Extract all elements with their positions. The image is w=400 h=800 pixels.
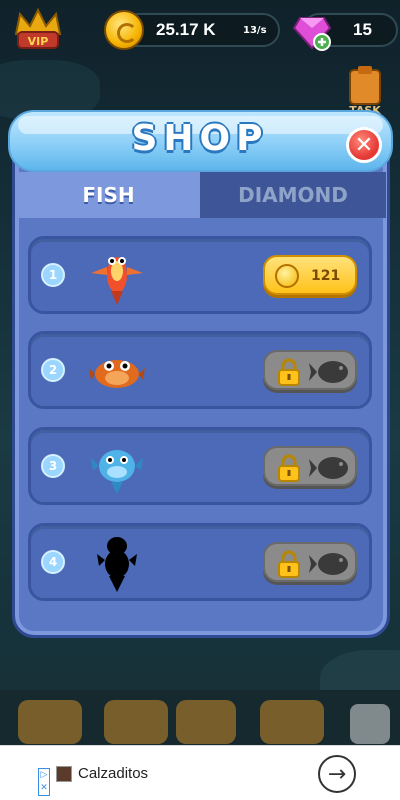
ad-title[interactable]: Calzaditos <box>78 765 148 782</box>
shop-item-4: 4 <box>28 523 372 601</box>
toolbar-button[interactable] <box>104 700 168 744</box>
shop-item-1: 1 121 <box>28 236 372 314</box>
toolbar-button[interactable] <box>18 700 82 744</box>
orange-fish-icon <box>89 360 145 388</box>
item-index: 2 <box>41 358 65 382</box>
shop-item-2: 2 <box>28 331 372 409</box>
price-label: 121 <box>311 268 341 284</box>
toolbar-button[interactable] <box>260 700 324 744</box>
lock-icon <box>278 358 300 386</box>
gem-amount: 15 <box>353 20 372 39</box>
fish-silhouette-icon <box>309 457 348 479</box>
vip-crown-icon[interactable]: VIP <box>10 4 66 54</box>
toolbar-button[interactable] <box>176 700 236 744</box>
close-icon: ✕ <box>354 132 374 158</box>
close-button[interactable]: ✕ <box>346 127 382 163</box>
tab-diamond[interactable]: DIAMOND <box>200 172 386 218</box>
shop-item-3: 3 <box>28 427 372 505</box>
vip-label: VIP <box>28 35 49 48</box>
red-fish-icon <box>91 257 143 305</box>
locked-button-3[interactable] <box>263 446 357 486</box>
fish-silhouette-icon <box>309 553 348 575</box>
arrow-right-icon: → <box>327 761 347 787</box>
lock-icon <box>278 550 300 578</box>
bottom-toolbar <box>0 690 400 745</box>
locked-button-4[interactable] <box>263 542 357 582</box>
blue-fish-icon <box>91 450 143 494</box>
ad-logo-icon <box>56 766 72 782</box>
buy-button-1[interactable]: 121 <box>263 255 357 295</box>
ad-choices-icon[interactable]: ▷ ✕ <box>38 768 50 796</box>
item-index: 4 <box>41 550 65 574</box>
silhouette-fish-icon <box>97 537 137 592</box>
locked-button-2[interactable] <box>263 350 357 390</box>
coin-rate: 13/s <box>243 25 267 36</box>
item-index: 3 <box>41 454 65 478</box>
trash-icon[interactable] <box>350 704 390 744</box>
item-index: 1 <box>41 263 65 287</box>
fish-silhouette-icon <box>309 361 348 383</box>
coin-icon <box>104 10 144 50</box>
coin-icon <box>275 264 299 288</box>
gem-icon[interactable] <box>292 10 332 52</box>
shop-title: SHOP <box>131 118 269 159</box>
ad-arrow-button[interactable]: → <box>318 755 356 793</box>
task-clipboard-icon[interactable]: TASK <box>342 66 388 116</box>
coin-amount: 25.17 K <box>156 20 216 39</box>
lock-icon <box>278 454 300 482</box>
tab-fish[interactable]: FISH <box>17 172 200 218</box>
